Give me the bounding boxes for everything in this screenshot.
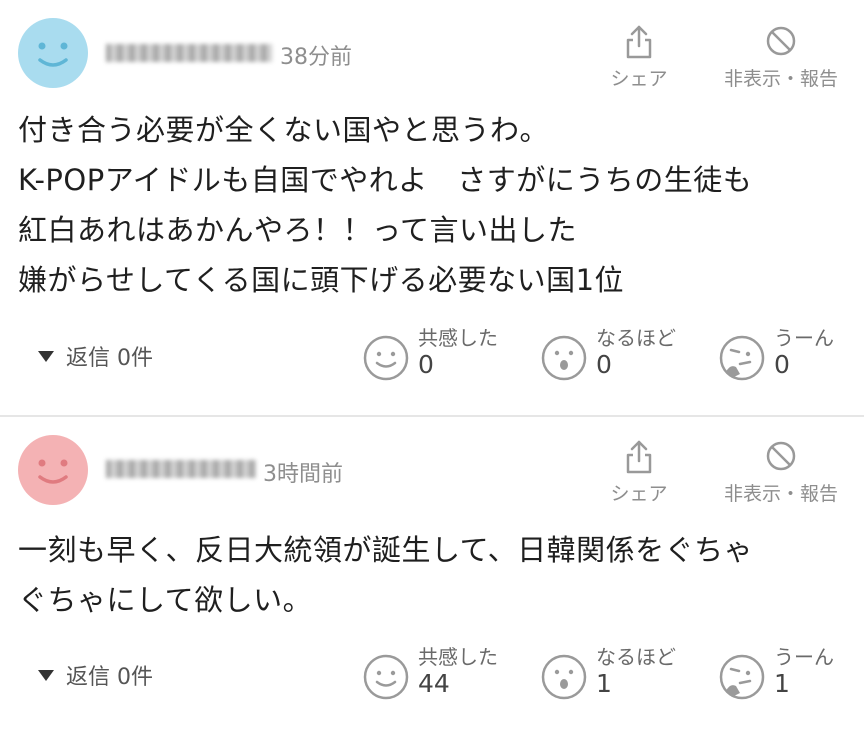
smile-face-icon — [363, 335, 409, 381]
reaction-count: 1 — [774, 669, 790, 698]
hide-report-button[interactable]: 非表示・報告 — [706, 439, 856, 506]
block-icon — [766, 26, 796, 56]
share-label: シェア — [610, 483, 668, 505]
surprised-face-icon — [541, 654, 587, 700]
surprised-face-icon — [541, 335, 587, 381]
avatar[interactable] — [18, 18, 88, 88]
reaction-count: 0 — [418, 350, 434, 379]
block-icon — [766, 441, 796, 471]
reply-count-label: 返信 0件 — [66, 665, 153, 690]
comment-card: 38分前 シェア 非表示・報告 付き合う必要が全くない国やと思うわ。 K-POP… — [0, 0, 864, 417]
reaction-label: なるほど — [596, 326, 676, 350]
thinking-face-icon — [719, 335, 765, 381]
username-blurred[interactable] — [106, 456, 256, 482]
reaction-count: 44 — [418, 669, 450, 698]
thinking-face-icon — [719, 654, 765, 700]
hide-report-label: 非表示・報告 — [723, 483, 838, 505]
reply-toggle[interactable]: 返信 0件 — [38, 340, 153, 372]
reaction-count: 0 — [596, 350, 612, 379]
hide-report-label: 非表示・報告 — [723, 68, 838, 90]
share-button[interactable]: シェア — [594, 439, 684, 506]
share-button[interactable]: シェア — [594, 24, 684, 91]
smile-face-icon — [363, 654, 409, 700]
reaction-label: うーん — [774, 645, 834, 669]
caret-down-icon — [38, 669, 54, 681]
reaction-count: 1 — [596, 669, 612, 698]
comment-card: 3時間前 シェア 非表示・報告 一刻も早く、反日大統領が誕生して、日韓関係をぐち… — [0, 417, 864, 735]
share-icon — [626, 25, 652, 59]
share-label: シェア — [610, 68, 668, 90]
reaction-label: うーん — [774, 326, 834, 350]
post-time: 38分前 — [280, 45, 352, 70]
avatar[interactable] — [18, 435, 88, 505]
hide-report-button[interactable]: 非表示・報告 — [706, 24, 856, 91]
caret-down-icon — [38, 350, 54, 362]
share-icon — [626, 440, 652, 474]
comment-body: 付き合う必要が全くない国やと思うわ。 K-POPアイドルも自国でやれよ さすがに… — [18, 113, 753, 297]
reply-count-label: 返信 0件 — [66, 346, 153, 371]
avatar-face-icon — [18, 18, 88, 88]
post-time: 3時間前 — [263, 462, 343, 487]
reaction-count: 0 — [774, 350, 790, 379]
avatar-face-icon — [18, 435, 88, 505]
reaction-label: 共感した — [418, 326, 498, 350]
reply-toggle[interactable]: 返信 0件 — [38, 659, 153, 691]
comment-body: 一刻も早く、反日大統領が誕生して、日韓関係をぐちゃ ぐちゃにして欲しい。 — [18, 533, 754, 617]
username-blurred[interactable] — [106, 40, 272, 66]
reaction-label: 共感した — [418, 645, 498, 669]
reaction-label: なるほど — [596, 645, 676, 669]
